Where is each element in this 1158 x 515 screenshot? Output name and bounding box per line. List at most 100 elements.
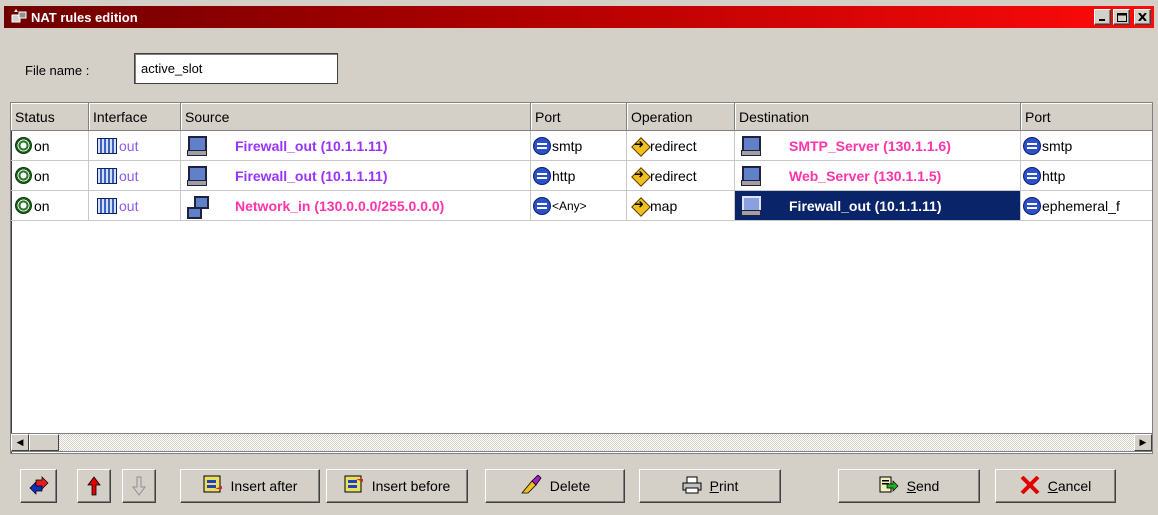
port-icon — [533, 196, 551, 215]
minimize-button[interactable] — [1094, 9, 1111, 25]
interface-cell[interactable]: out — [89, 131, 181, 161]
dest-port-text: http — [1042, 167, 1066, 184]
port-cell[interactable]: smtp — [531, 131, 627, 161]
cancel-x-icon — [1020, 475, 1040, 497]
port-cell[interactable]: <Any> — [531, 191, 627, 221]
column-header-destination[interactable]: Destination — [735, 103, 1021, 131]
cancel-label: Cancel — [1047, 478, 1092, 494]
column-header-interface[interactable]: Interface — [89, 103, 181, 131]
print-label: Print — [709, 478, 739, 494]
redirect-icon — [631, 137, 649, 155]
close-icon — [1138, 13, 1147, 21]
destination-text: SMTP_Server (130.1.1.6) — [789, 137, 951, 154]
printer-icon — [682, 476, 702, 497]
send-button[interactable]: Send — [838, 469, 980, 503]
column-header-port[interactable]: Port — [531, 103, 627, 131]
dest-port-cell[interactable]: ephemeral_f — [1021, 191, 1152, 221]
source-cell[interactable]: Firewall_out (10.1.1.11) — [181, 131, 531, 161]
source-text: Firewall_out (10.1.1.11) — [235, 137, 388, 154]
insert-before-icon — [344, 475, 364, 498]
arrow-down-icon — [132, 476, 146, 496]
destination-text: Web_Server (130.1.1.5) — [789, 167, 942, 184]
source-cell[interactable]: Network_in (130.0.0.0/255.0.0.0) — [181, 191, 531, 221]
operation-text: map — [650, 197, 678, 214]
column-header-operation[interactable]: Operation — [627, 103, 735, 131]
swap-button[interactable] — [20, 469, 57, 503]
insert-after-button[interactable]: Insert after — [180, 469, 320, 503]
maximize-button[interactable] — [1113, 9, 1130, 25]
rules-table[interactable]: Status Interface Source Port Operation D… — [10, 102, 1153, 454]
port-text: http — [552, 167, 576, 184]
insert-before-button[interactable]: Insert before — [326, 469, 468, 503]
destination-cell-selected[interactable]: Firewall_out (10.1.1.11) — [735, 191, 1021, 221]
arrow-up-icon — [87, 476, 101, 496]
operation-cell[interactable]: map — [627, 191, 735, 221]
cancel-button[interactable]: Cancel — [995, 469, 1116, 503]
status-text: on — [34, 167, 50, 184]
horizontal-scrollbar[interactable]: ◀ ▶ — [10, 433, 1153, 452]
window-title: NAT rules edition — [31, 9, 138, 25]
maximize-icon — [1116, 12, 1127, 22]
interface-cell[interactable]: out — [89, 161, 181, 191]
status-on-icon — [15, 167, 32, 184]
destination-cell[interactable]: Web_Server (130.1.1.5) — [735, 161, 1021, 191]
table-row[interactable]: on out Firewall_out (10.1.1.11) http red… — [11, 161, 1152, 191]
status-on-icon — [15, 197, 32, 214]
operation-text: redirect — [650, 137, 697, 154]
move-up-button[interactable] — [77, 469, 111, 503]
operation-text: redirect — [650, 167, 697, 184]
move-down-button[interactable] — [122, 469, 156, 503]
nat-app-icon — [10, 9, 28, 25]
interface-icon — [97, 197, 117, 214]
title-bar[interactable]: NAT rules edition — [4, 6, 1154, 28]
interface-icon — [97, 167, 117, 184]
port-icon — [1023, 196, 1041, 215]
interface-cell[interactable]: out — [89, 191, 181, 221]
source-text: Firewall_out (10.1.1.11) — [235, 167, 388, 184]
scroll-right-button[interactable]: ▶ — [1134, 434, 1152, 451]
dest-port-cell[interactable]: http — [1021, 161, 1152, 191]
delete-button[interactable]: Delete — [485, 469, 625, 503]
file-name-input[interactable] — [134, 53, 338, 84]
source-cell[interactable]: Firewall_out (10.1.1.11) — [181, 161, 531, 191]
dest-port-text: ephemeral_f — [1042, 197, 1120, 214]
interface-text: out — [119, 197, 139, 214]
table-row[interactable]: on out Firewall_out (10.1.1.11) smtp red… — [11, 131, 1152, 161]
status-text: on — [34, 137, 50, 154]
swap-arrows-icon — [29, 476, 48, 495]
status-cell[interactable]: on — [11, 161, 89, 191]
print-button[interactable]: Print — [639, 469, 781, 503]
interface-icon — [97, 137, 117, 154]
operation-cell[interactable]: redirect — [627, 131, 735, 161]
send-icon — [879, 475, 899, 498]
scroll-left-button[interactable]: ◀ — [11, 434, 29, 451]
destination-text: Firewall_out (10.1.1.11) — [789, 197, 942, 214]
status-cell[interactable]: on — [11, 191, 89, 221]
port-icon — [1023, 136, 1041, 155]
port-icon — [533, 166, 551, 185]
port-cell[interactable]: http — [531, 161, 627, 191]
delete-label: Delete — [549, 478, 591, 494]
destination-cell[interactable]: SMTP_Server (130.1.1.6) — [735, 131, 1021, 161]
column-header-dest-port[interactable]: Port — [1021, 103, 1152, 131]
port-text: smtp — [552, 137, 583, 154]
column-header-source[interactable]: Source — [181, 103, 531, 131]
column-header-status[interactable]: Status — [11, 103, 89, 131]
host-icon — [741, 136, 761, 156]
source-text: Network_in (130.0.0.0/255.0.0.0) — [235, 197, 445, 214]
status-cell[interactable]: on — [11, 131, 89, 161]
operation-cell[interactable]: redirect — [627, 161, 735, 191]
scroll-thumb[interactable] — [29, 434, 59, 451]
interface-text: out — [119, 137, 139, 154]
dest-port-cell[interactable]: smtp — [1021, 131, 1152, 161]
arrow-left-icon: ◀ — [16, 437, 24, 448]
close-button[interactable] — [1134, 9, 1151, 25]
status-on-icon — [15, 137, 32, 154]
send-label: Send — [906, 478, 940, 494]
file-name-label: File name : — [25, 63, 90, 78]
host-icon — [741, 166, 761, 186]
map-icon — [631, 197, 649, 215]
table-row[interactable]: on out Network_in (130.0.0.0/255.0.0.0) … — [11, 191, 1152, 221]
insert-after-icon — [203, 475, 223, 498]
network-icon — [187, 195, 209, 219]
